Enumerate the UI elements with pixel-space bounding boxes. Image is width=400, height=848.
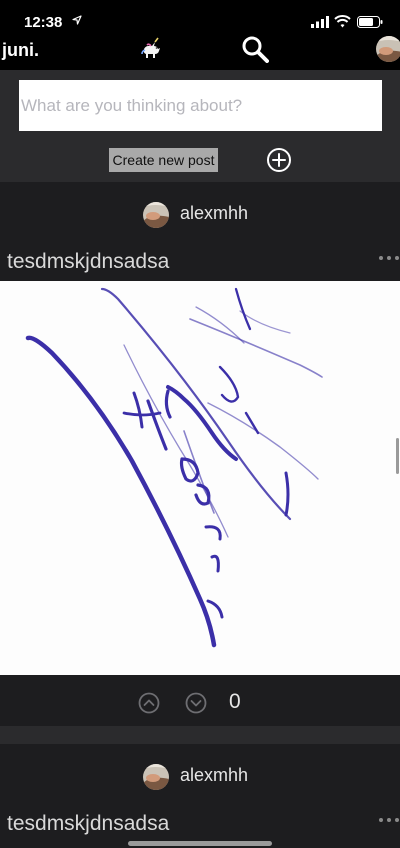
create-post-button[interactable]: Create new post <box>109 148 218 172</box>
app-logo-text[interactable]: juni. <box>2 40 39 61</box>
status-bar: 12:38 <box>0 0 400 31</box>
more-dots-icon[interactable] <box>378 254 400 262</box>
post-author[interactable]: alexmhh <box>0 762 400 792</box>
post-divider <box>0 726 400 744</box>
battery-icon <box>357 16 383 28</box>
post-card: alexmhh tesdmskjdnsadsa <box>0 182 400 726</box>
vote-row: 0 <box>0 675 400 726</box>
wifi-icon <box>334 15 351 28</box>
chevron-up-circle-icon[interactable] <box>138 692 160 714</box>
status-time: 12:38 <box>24 14 63 31</box>
location-arrow-icon <box>72 15 82 25</box>
vote-count: 0 <box>229 690 241 713</box>
author-avatar[interactable] <box>143 764 169 790</box>
more-dots-icon[interactable] <box>378 816 400 824</box>
post-title[interactable]: tesdmskjdnsadsa <box>7 250 169 274</box>
post-composer: Create new post <box>0 70 400 182</box>
post-image[interactable] <box>0 281 400 675</box>
plus-circle-icon[interactable] <box>266 147 292 173</box>
profile-avatar[interactable] <box>376 36 400 62</box>
author-avatar[interactable] <box>143 202 169 228</box>
author-name[interactable]: alexmhh <box>180 765 248 786</box>
post-title[interactable]: tesdmskjdnsadsa <box>7 812 169 836</box>
chevron-down-circle-icon[interactable] <box>185 692 207 714</box>
post-input[interactable] <box>19 80 382 131</box>
author-name[interactable]: alexmhh <box>180 203 248 224</box>
post-card: alexmhh tesdmskjdnsadsa <box>0 744 400 848</box>
home-indicator[interactable] <box>128 841 272 846</box>
handwritten-signature-image <box>25 287 323 648</box>
signal-bars-icon <box>311 16 329 28</box>
post-author[interactable]: alexmhh <box>0 200 400 230</box>
top-nav-bar: juni. <box>0 30 400 70</box>
search-icon[interactable] <box>241 35 269 63</box>
unicorn-icon[interactable] <box>138 37 164 61</box>
scroll-indicator[interactable] <box>396 438 399 474</box>
